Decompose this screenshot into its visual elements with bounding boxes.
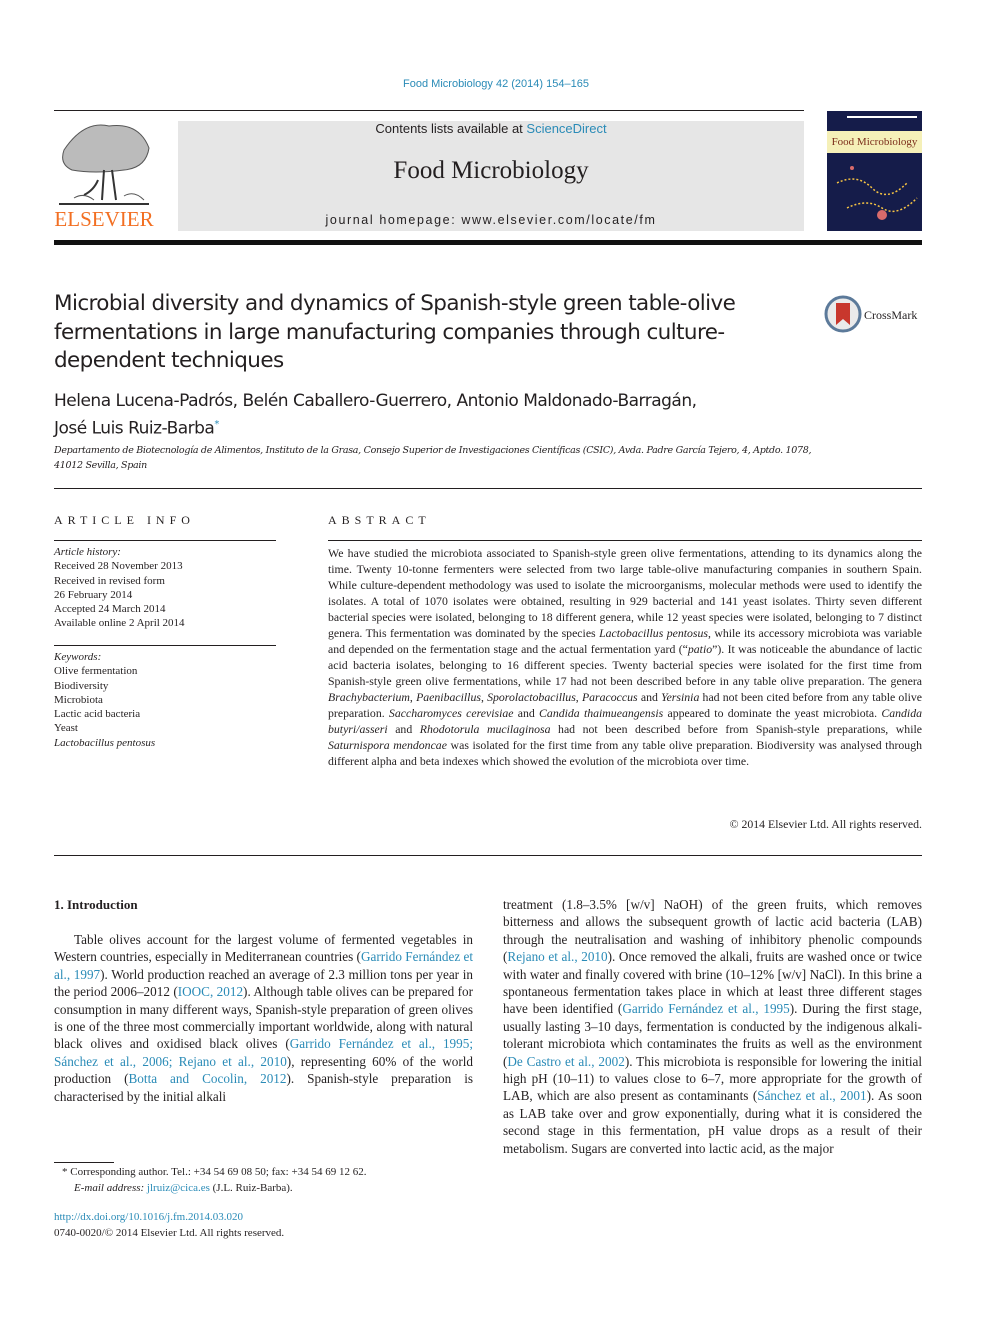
history-item: 26 February 2014 — [54, 588, 133, 601]
species-name: Rhodotorula mucilaginosa — [419, 722, 551, 736]
abstract-copyright: © 2014 Elsevier Ltd. All rights reserved… — [729, 817, 922, 831]
abstract-rule — [328, 540, 922, 541]
section-rule — [54, 488, 922, 489]
abstract-segment: and — [513, 706, 540, 720]
corresponding-author-mark[interactable]: * — [214, 419, 219, 430]
cover-rule — [847, 116, 917, 118]
section-rule — [54, 855, 922, 856]
citation-link[interactable]: Botta and Cocolin, 2012 — [129, 1071, 287, 1086]
sciencedirect-link[interactable]: ScienceDirect — [526, 121, 606, 136]
footnote: * Corresponding author. Tel.: +34 54 69 … — [62, 1165, 482, 1196]
citation-link[interactable]: Rejano et al., 2010 — [507, 949, 607, 964]
authors-line-1: Helena Lucena-Padrós, Belén Caballero-Gu… — [54, 391, 697, 411]
species-name: Yersinia — [661, 690, 700, 704]
italic-term: patio — [687, 642, 713, 656]
info-rule — [54, 540, 276, 541]
keyword: Lactic acid bacteria — [54, 708, 141, 721]
keywords-label: Keywords: — [54, 651, 102, 663]
journal-cover[interactable]: Food Microbiology — [827, 111, 922, 231]
abstract-heading: ABSTRACT — [328, 513, 431, 527]
keyword: Microbiota — [54, 693, 103, 706]
abstract-segment: and — [387, 722, 420, 736]
species-name: Saturnispora mendoncae — [328, 738, 447, 752]
elsevier-wordmark: ELSEVIER — [54, 207, 154, 231]
keywords: Keywords: Olive fermentation Biodiversit… — [54, 650, 276, 750]
footnote-mark: * — [62, 1166, 68, 1178]
article-title: Microbial diversity and dynamics of Span… — [54, 291, 736, 373]
cover-microscopy-image — [836, 166, 918, 220]
issn-copyright: 0740-0020/© 2014 Elsevier Ltd. All right… — [54, 1226, 285, 1239]
keyword: Biodiversity — [54, 679, 109, 692]
history-label: Article history: — [54, 546, 121, 558]
info-rule — [54, 645, 276, 646]
crossmark-button[interactable]: CrossMark — [824, 295, 924, 335]
species-name: Saccharomyces cerevisiae — [388, 706, 514, 720]
body-column-right: treatment (1.8–3.5% [w/v] NaOH) of the g… — [503, 896, 922, 1157]
journal-masthead: Contents lists available at ScienceDirec… — [178, 121, 804, 231]
citation-link[interactable]: Garrido Fernández et al., 1995 — [622, 1001, 789, 1016]
keyword: Yeast — [54, 722, 78, 735]
history-item: Received 28 November 2013 — [54, 560, 183, 573]
journal-reference[interactable]: Food Microbiology 42 (2014) 154–165 — [0, 78, 992, 90]
doi-link[interactable]: http://dx.doi.org/10.1016/j.fm.2014.03.0… — [54, 1211, 243, 1223]
contents-prefix: Contents lists available at — [375, 121, 527, 136]
footnote-rule — [54, 1162, 114, 1163]
journal-homepage[interactable]: journal homepage: www.elsevier.com/locat… — [178, 213, 804, 227]
crossmark-label: CrossMark — [864, 308, 918, 322]
elsevier-logo[interactable]: ELSEVIER — [54, 120, 154, 232]
history-item: Available online 2 April 2014 — [54, 617, 185, 630]
abstract-text: We have studied the microbiota associate… — [328, 545, 922, 769]
history-item: Received in revised form — [54, 574, 165, 587]
abstract-segment: had not been described before from Spani… — [550, 722, 922, 736]
citation-link[interactable]: De Castro et al., 2002 — [507, 1054, 624, 1069]
affiliation: Departamento de Biotecnología de Aliment… — [54, 445, 812, 471]
crossmark-icon — [824, 295, 862, 333]
history-item: Accepted 24 March 2014 — [54, 603, 166, 616]
abstract-segment: and — [637, 690, 662, 704]
citation-link[interactable]: Sánchez et al., 2001 — [757, 1088, 866, 1103]
species-name: Paracoccus — [581, 690, 638, 704]
species-name: Lactobacillus pentosus — [599, 626, 708, 640]
author-list: Helena Lucena-Padrós, Belén Caballero-Gu… — [54, 390, 814, 441]
abstract-segment: appeared to dominate the yeast microbiot… — [663, 706, 882, 720]
cover-title: Food Microbiology — [827, 131, 922, 153]
elsevier-tree-icon — [54, 120, 154, 208]
citation-link[interactable]: IOOC, 2012 — [178, 984, 243, 999]
species-name: Brachybacterium — [328, 690, 410, 704]
introduction-heading: 1. Introduction — [54, 897, 138, 912]
article-info-heading: ARTICLE INFO — [54, 513, 195, 527]
header-rule — [54, 110, 804, 111]
keyword: Lactobacillus pentosus — [54, 736, 156, 749]
corresponding-author-note: Corresponding author. Tel.: +34 54 69 08… — [70, 1166, 367, 1178]
header-thick-rule — [54, 240, 922, 245]
email-suffix: (J.L. Ruiz-Barba). — [209, 1181, 293, 1194]
article-history: Article history: Received 28 November 20… — [54, 545, 276, 631]
contents-line: Contents lists available at ScienceDirec… — [178, 121, 804, 136]
species-name: Paenibacillus — [416, 690, 481, 704]
journal-title: Food Microbiology — [393, 157, 589, 184]
email-link[interactable]: jlruiz@cica.es — [147, 1182, 210, 1194]
doi-block: http://dx.doi.org/10.1016/j.fm.2014.03.0… — [54, 1210, 284, 1241]
species-name: Sporolactobacillus — [487, 690, 576, 704]
body-column-left: Table olives account for the largest vol… — [54, 931, 473, 1105]
species-name: Candida thaimueangensis — [539, 706, 664, 720]
author-corresponding[interactable]: José Luis Ruiz-Barba — [54, 419, 215, 439]
email-label: E-mail address: — [74, 1181, 145, 1194]
keyword: Olive fermentation — [54, 665, 138, 678]
